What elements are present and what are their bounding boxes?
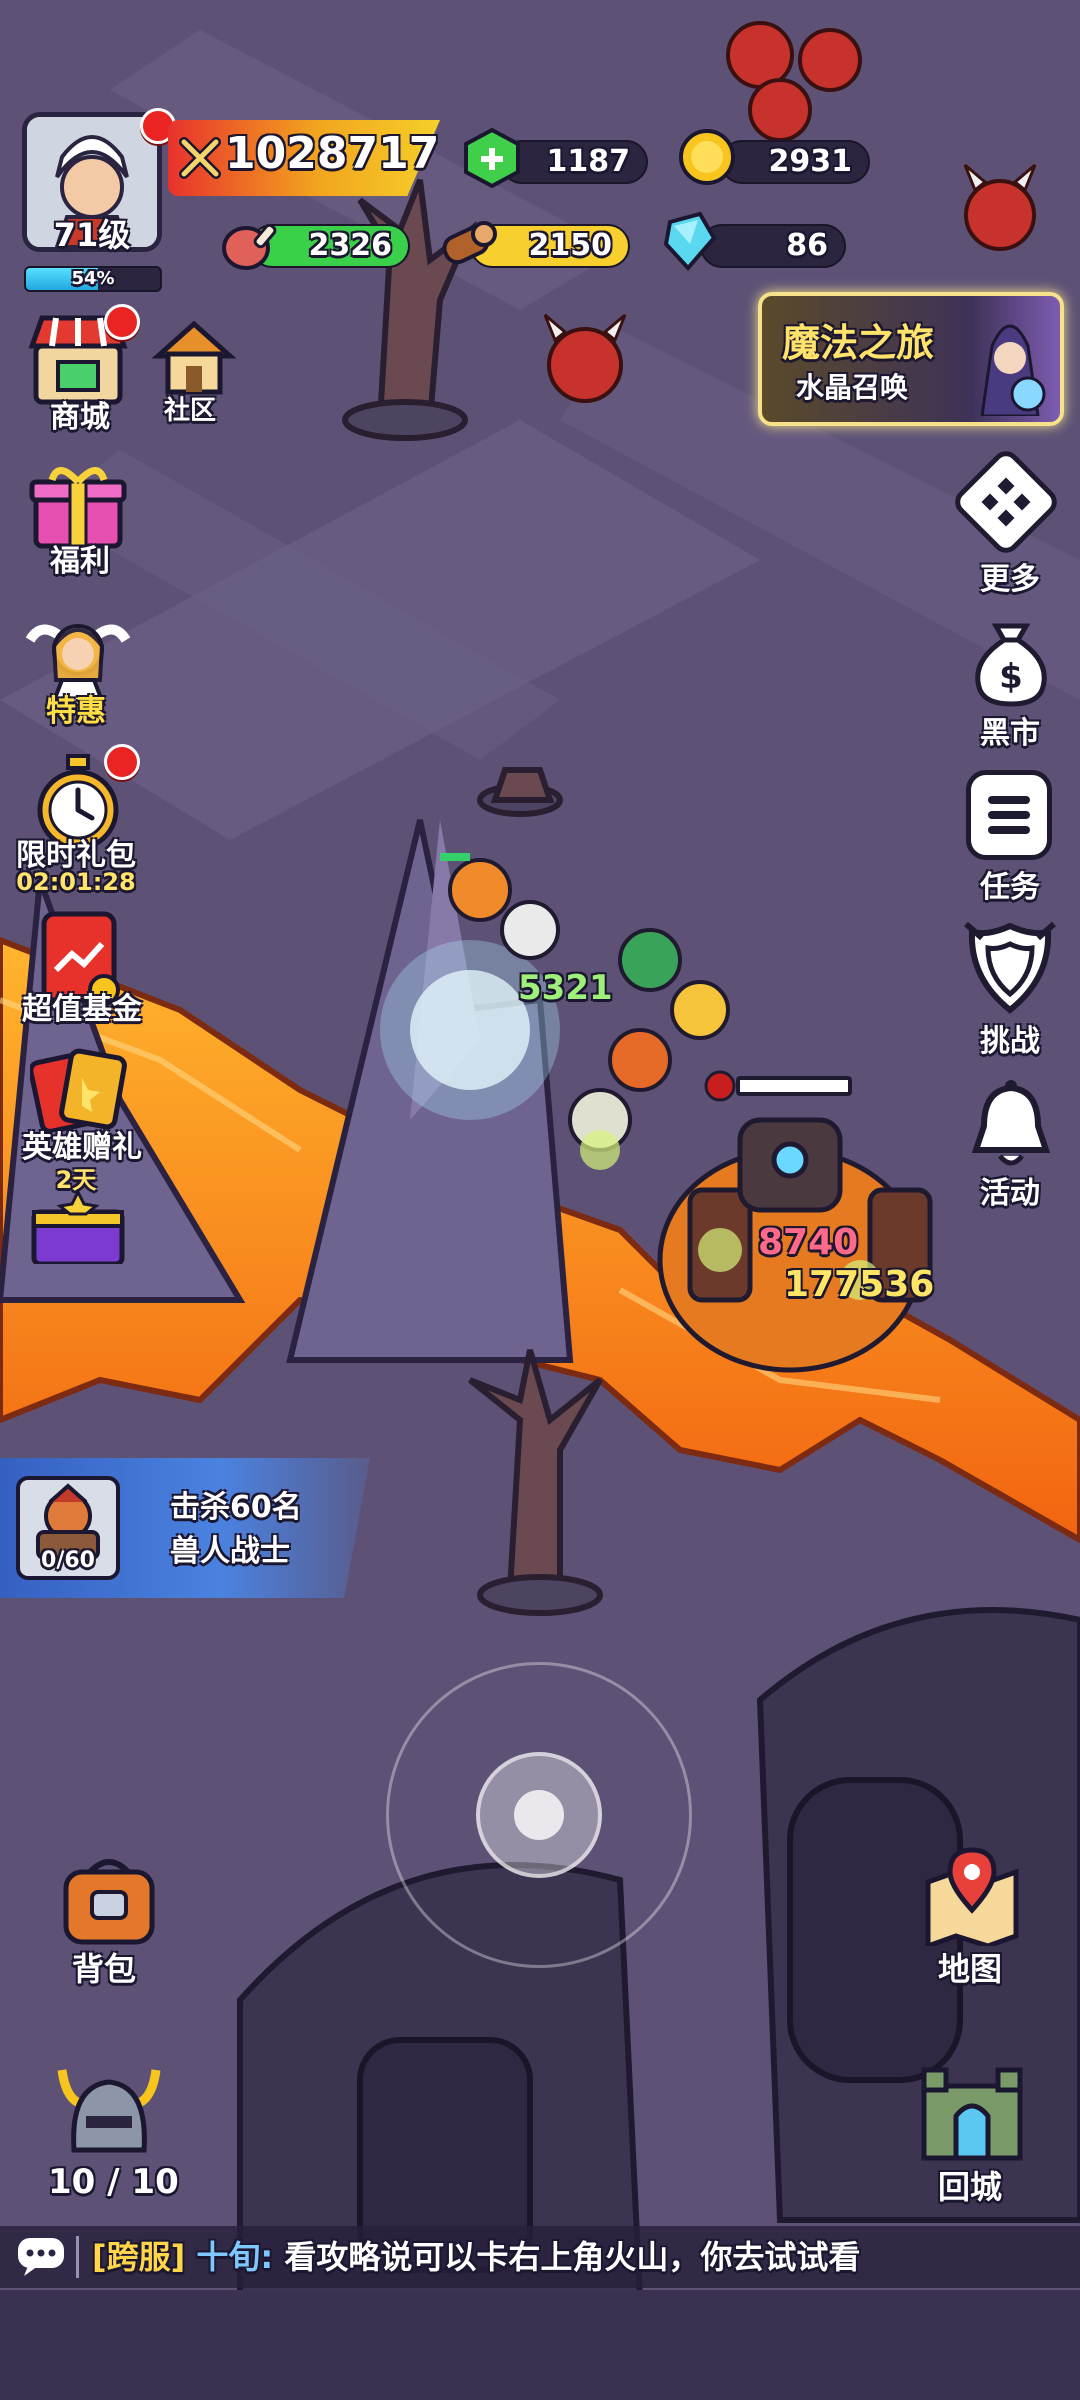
mission-target-portrait: 0/60	[16, 1476, 120, 1580]
chat-divider	[76, 2236, 79, 2278]
gold-coin-icon	[679, 129, 735, 185]
return-city-label[interactable]: 回城	[938, 2162, 1002, 2208]
special-offer-label[interactable]: 特惠	[0, 686, 156, 730]
tasks-label[interactable]: 任务	[950, 862, 1070, 906]
banner-subtitle: 水晶召唤	[796, 371, 909, 404]
notification-dot	[104, 304, 140, 340]
chat-sender: 十旬:	[196, 2238, 274, 2276]
hero-cards-icon[interactable]	[30, 1048, 130, 1132]
backpack-label[interactable]: 背包	[72, 1944, 136, 1990]
wizard-portrait-icon	[980, 324, 1046, 416]
blue-crystal-icon	[663, 211, 717, 272]
banner-title: 魔法之旅	[782, 321, 935, 365]
chat-channel: [跨服]	[92, 2238, 186, 2276]
shop-label[interactable]: 商城	[0, 392, 160, 436]
welfare-label[interactable]: 福利	[0, 536, 160, 580]
map-icon[interactable]	[920, 1846, 1024, 1946]
community-label[interactable]: 社区	[164, 390, 216, 427]
black-market-label[interactable]: 黑市	[950, 708, 1070, 752]
crystal-value: 86	[786, 228, 828, 263]
backpack-icon[interactable]	[56, 1852, 162, 1948]
gold-counter[interactable]: 2931	[720, 140, 870, 184]
notification-dot	[104, 744, 140, 780]
green-gem-icon	[464, 127, 520, 189]
castle-icon[interactable]	[916, 2056, 1028, 2162]
mission-progress: 0/60	[41, 1548, 95, 1573]
shield-icon[interactable]	[962, 918, 1058, 1018]
fund-label[interactable]: 超值基金	[2, 984, 162, 1028]
chat-message-row[interactable]: [跨服] 十旬: 看攻略说可以卡右上角火山，你去试试看	[92, 2232, 860, 2282]
wood-log-icon	[442, 221, 497, 265]
mission-line-1: 击杀60名	[170, 1490, 302, 1525]
money-bag-icon[interactable]: $	[966, 612, 1056, 708]
damage-number: 5321	[518, 968, 613, 1008]
chat-bubble-icon[interactable]	[16, 2236, 66, 2278]
more-label[interactable]: 更多	[950, 554, 1070, 598]
gold-value: 2931	[768, 144, 853, 179]
svg-text:$: $	[999, 657, 1023, 697]
challenge-label[interactable]: 挑战	[950, 1016, 1070, 1060]
limited-gift-timer: 02:01:28	[16, 868, 136, 896]
joystick-center-dot	[514, 1790, 564, 1840]
magic-journey-banner[interactable]: 魔法之旅 水晶召唤	[758, 292, 1064, 426]
treasure-chest-icon[interactable]	[28, 1188, 128, 1264]
meat-value: 2326	[308, 228, 393, 263]
wood-value: 2150	[528, 228, 613, 263]
damage-number: 8740	[758, 1222, 859, 1263]
events-label[interactable]: 活动	[950, 1168, 1070, 1212]
crystal-counter[interactable]: 86	[700, 224, 846, 268]
map-label[interactable]: 地图	[938, 1944, 1002, 1990]
xp-percent-label: 54%	[71, 268, 115, 289]
mission-line-2: 兽人战士	[170, 1534, 290, 1569]
more-grid-icon	[981, 477, 1031, 527]
mission-description: 击杀60名 兽人战士	[170, 1486, 302, 1574]
tasks-button[interactable]	[966, 770, 1052, 860]
community-house-icon[interactable]	[152, 318, 236, 398]
chat-message: 看攻略说可以卡右上角火山，你去试试看	[284, 2238, 861, 2276]
helmet-icon[interactable]	[56, 2060, 162, 2160]
gem-value: 1187	[546, 144, 631, 179]
player-level: 71级	[53, 216, 131, 254]
task-list-icon	[988, 796, 1030, 834]
combat-power-value: 1028717	[225, 128, 440, 179]
crossed-swords-icon	[179, 137, 221, 179]
meat-icon	[222, 223, 277, 270]
team-count: 10 / 10	[48, 2162, 179, 2202]
bell-icon[interactable]	[966, 1076, 1056, 1172]
damage-number: 177536	[784, 1264, 935, 1305]
